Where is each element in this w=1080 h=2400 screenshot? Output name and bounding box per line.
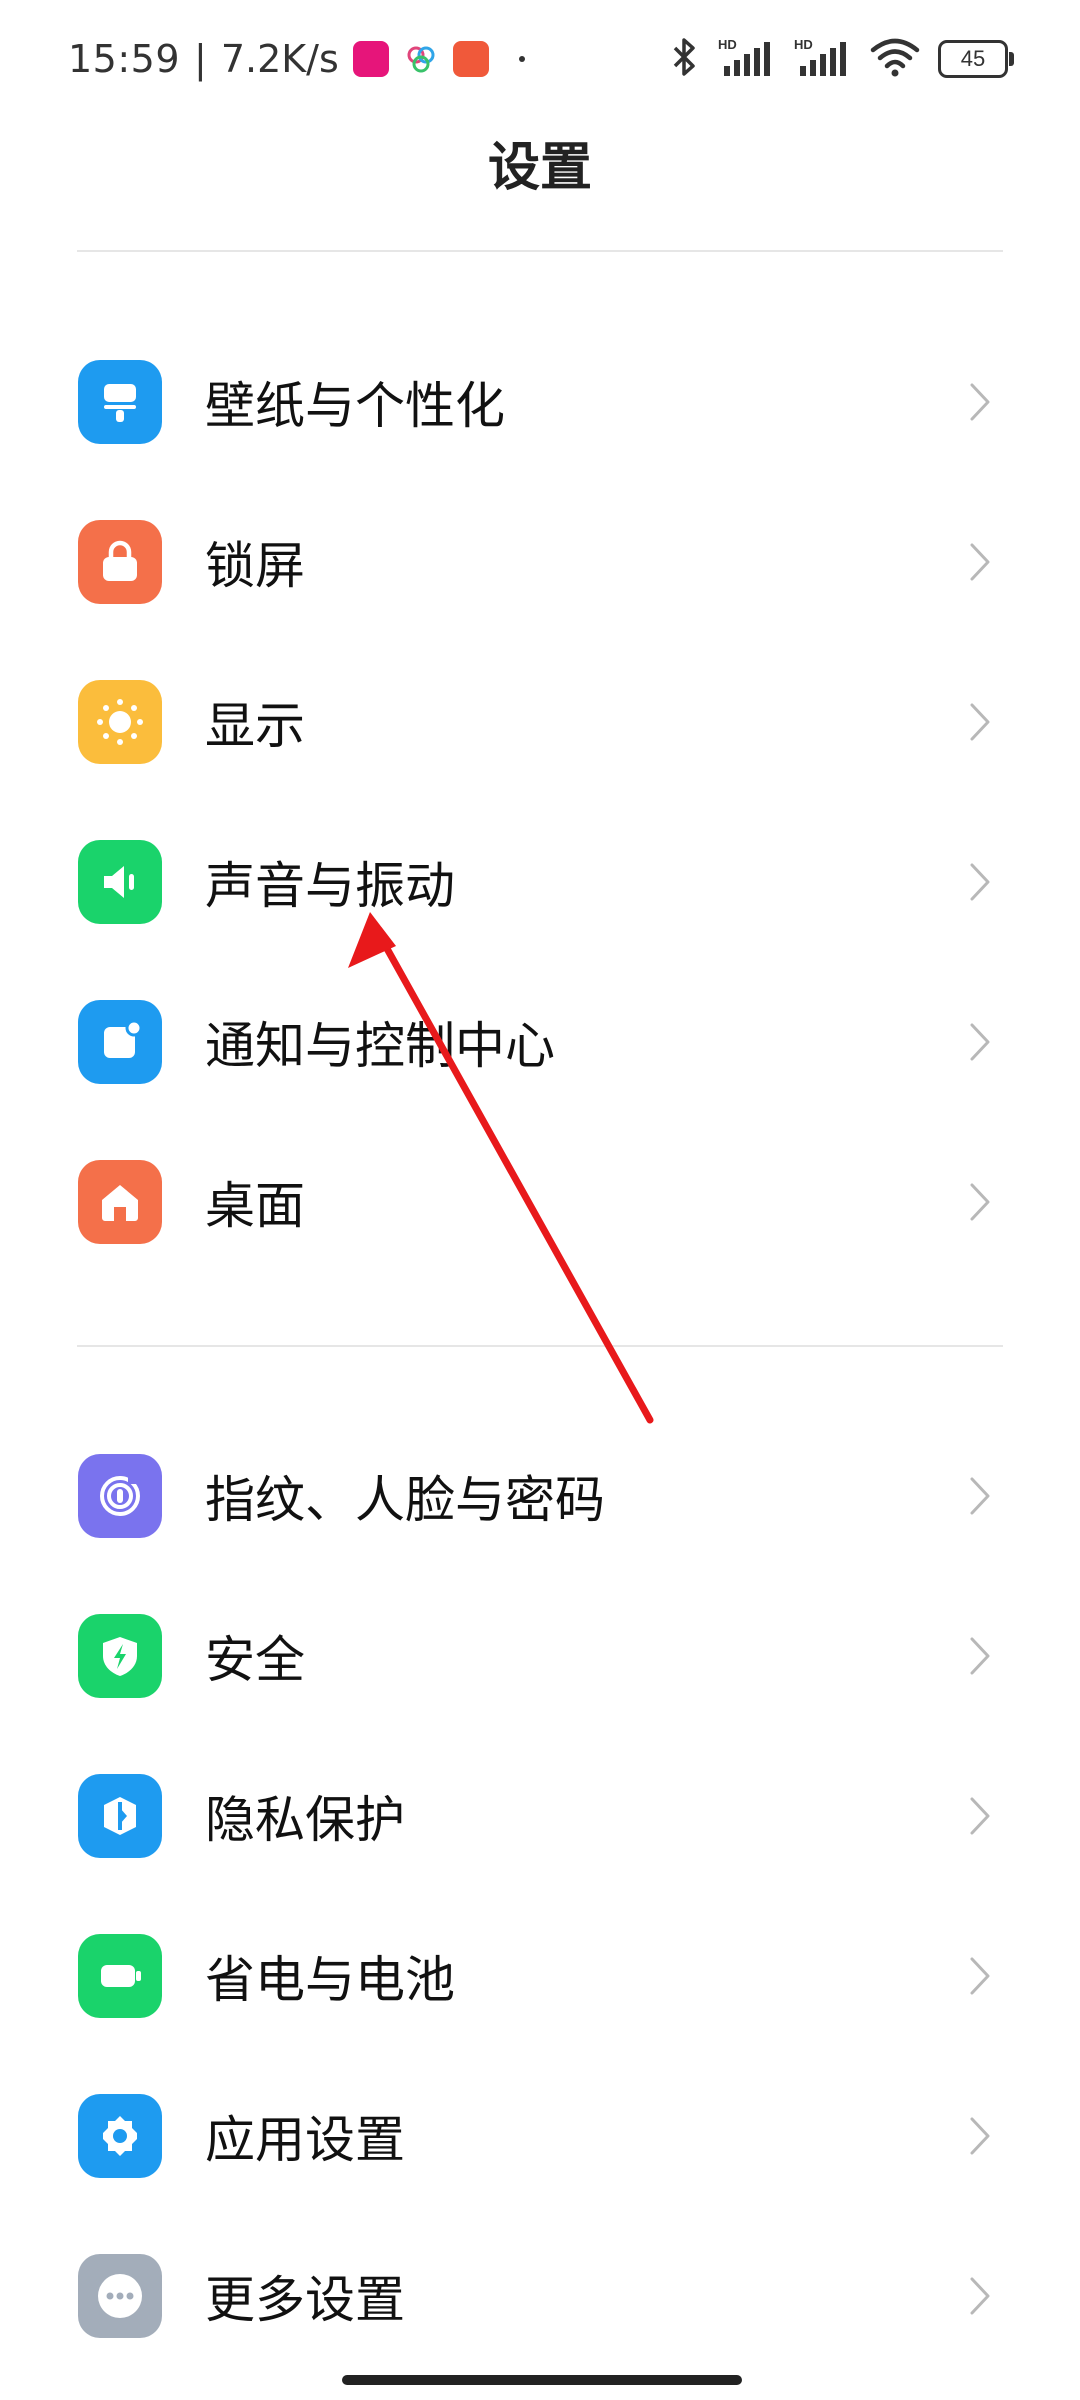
chevron-right-icon bbox=[960, 1796, 1000, 1836]
shield-icon bbox=[78, 1614, 162, 1698]
status-separator: | bbox=[194, 37, 207, 81]
chevron-right-icon bbox=[960, 2116, 1000, 2156]
settings-item-display[interactable]: 显示 bbox=[0, 642, 1080, 802]
wifi-icon bbox=[870, 36, 920, 82]
header-divider bbox=[77, 250, 1003, 252]
chevron-right-icon bbox=[960, 862, 1000, 902]
status-bar: 15:59 | 7.2K/s HD HD 45 bbox=[0, 0, 1080, 120]
settings-item-home-screen[interactable]: 桌面 bbox=[0, 1122, 1080, 1282]
fingerprint-icon bbox=[78, 1454, 162, 1538]
settings-item-security[interactable]: 安全 bbox=[0, 1576, 1080, 1736]
status-left: 15:59 | 7.2K/s bbox=[68, 34, 525, 84]
battery-icon: 45 bbox=[938, 40, 1014, 78]
network-speed: 7.2K/s bbox=[220, 37, 339, 81]
home-indicator[interactable] bbox=[342, 2375, 742, 2385]
chevron-right-icon bbox=[960, 382, 1000, 422]
settings-item-battery[interactable]: 省电与电池 bbox=[0, 1896, 1080, 2056]
page-title: 设置 bbox=[487, 138, 592, 198]
bluetooth-icon bbox=[670, 36, 700, 82]
chevron-right-icon bbox=[960, 1956, 1000, 1996]
svg-text:HD: HD bbox=[718, 37, 737, 52]
settings-group-1: 壁纸与个性化 锁屏 显示 声音与振动 通知与控制中心 桌面 bbox=[0, 322, 1080, 1282]
settings-item-fingerprint[interactable]: 指纹、人脸与密码 bbox=[0, 1416, 1080, 1576]
chevron-right-icon bbox=[960, 1476, 1000, 1516]
settings-item-apps[interactable]: 应用设置 bbox=[0, 2056, 1080, 2216]
more-icon bbox=[78, 2254, 162, 2338]
home-icon bbox=[78, 1160, 162, 1244]
battery-saver-icon bbox=[78, 1934, 162, 2018]
settings-item-privacy[interactable]: 隐私保护 bbox=[0, 1736, 1080, 1896]
status-right: HD HD 45 bbox=[670, 34, 1014, 84]
status-time: 15:59 bbox=[68, 37, 181, 81]
settings-item-label: 通知与控制中心 bbox=[205, 1017, 555, 1075]
wallpaper-icon bbox=[78, 360, 162, 444]
settings-group-2: 指纹、人脸与密码 安全 隐私保护 省电与电池 应用设置 更多设置 bbox=[0, 1416, 1080, 2376]
chevron-right-icon bbox=[960, 1636, 1000, 1676]
group-divider bbox=[77, 1345, 1003, 1347]
speaker-icon bbox=[78, 840, 162, 924]
app-notification-icon bbox=[452, 41, 489, 77]
hd-signal-icon: HD bbox=[718, 36, 776, 82]
settings-item-label: 指纹、人脸与密码 bbox=[205, 1471, 605, 1529]
settings-item-label: 安全 bbox=[205, 1631, 305, 1689]
app-notification-icon bbox=[352, 41, 389, 77]
settings-item-label: 显示 bbox=[205, 697, 305, 755]
gear-icon bbox=[78, 2094, 162, 2178]
settings-item-sound[interactable]: 声音与振动 bbox=[0, 802, 1080, 962]
notification-icon bbox=[78, 1000, 162, 1084]
more-notifications-dot bbox=[518, 56, 525, 62]
settings-item-label: 省电与电池 bbox=[205, 1951, 455, 2009]
settings-item-label: 桌面 bbox=[205, 1177, 305, 1235]
settings-item-label: 更多设置 bbox=[205, 2271, 405, 2329]
settings-item-notifications[interactable]: 通知与控制中心 bbox=[0, 962, 1080, 1122]
settings-item-label: 应用设置 bbox=[205, 2111, 405, 2169]
battery-level: 45 bbox=[960, 46, 986, 71]
settings-item-wallpaper[interactable]: 壁纸与个性化 bbox=[0, 322, 1080, 482]
chevron-right-icon bbox=[960, 1022, 1000, 1062]
settings-item-label: 声音与振动 bbox=[205, 857, 455, 915]
privacy-icon bbox=[78, 1774, 162, 1858]
chevron-right-icon bbox=[960, 2276, 1000, 2316]
chevron-right-icon bbox=[960, 702, 1000, 742]
chevron-right-icon bbox=[960, 1182, 1000, 1222]
svg-text:HD: HD bbox=[794, 37, 813, 52]
settings-item-label: 隐私保护 bbox=[205, 1791, 405, 1849]
settings-item-label: 壁纸与个性化 bbox=[205, 377, 505, 435]
hd-signal-icon: HD bbox=[794, 36, 852, 82]
settings-item-label: 锁屏 bbox=[205, 537, 305, 595]
app-notification-icon bbox=[403, 41, 439, 77]
lock-icon bbox=[78, 520, 162, 604]
settings-item-lockscreen[interactable]: 锁屏 bbox=[0, 482, 1080, 642]
settings-item-more[interactable]: 更多设置 bbox=[0, 2216, 1080, 2376]
chevron-right-icon bbox=[960, 542, 1000, 582]
sun-icon bbox=[78, 680, 162, 764]
